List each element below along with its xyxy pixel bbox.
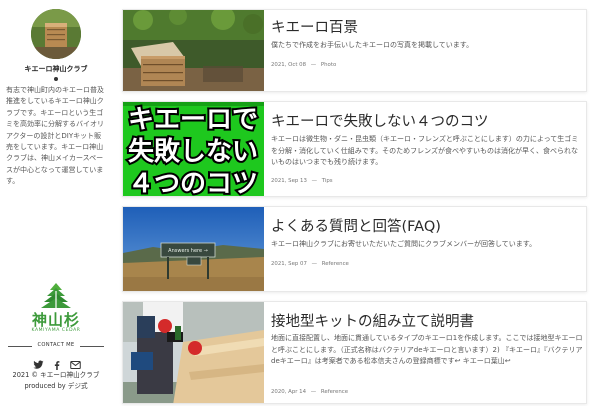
- post-card[interactable]: 接地型キットの組み立て説明書 地面に直接配置し、地面に貫通しているタイプのキエー…: [122, 301, 587, 404]
- post-excerpt: 地面に直接配置し、地面に貫通しているタイプのキエーロ1を作成します。ここでは接地…: [271, 334, 583, 366]
- thumb-text-line: ４つのコツ: [128, 169, 258, 196]
- post-thumbnail[interactable]: キエーロで 失敗しない ４つのコツ: [123, 102, 264, 196]
- post-thumbnail[interactable]: Answers here →: [123, 207, 264, 291]
- facebook-icon[interactable]: [51, 355, 63, 370]
- post-category[interactable]: Reference: [322, 261, 349, 267]
- post-category[interactable]: Tips: [322, 178, 333, 184]
- post-date: 2020, Apr 14: [271, 389, 307, 395]
- sidebar: キエーロ神山クラブ 有志で神山町内のキエーロ普及推進をしているキエーロ神山クラブ…: [0, 0, 112, 406]
- site-description: 有志で神山町内のキエーロ普及推進をしているキエーロ神山クラブです。キエーロという…: [6, 86, 104, 186]
- post-meta: 2021, Sep 13 — Tips: [271, 178, 336, 184]
- logo-subtitle: KAMIYAMA CEDAR: [31, 328, 81, 333]
- divider-line: [80, 346, 104, 347]
- post-meta: 2021, Sep 07 — Reference: [271, 261, 352, 267]
- post-date: 2021, Oct 08: [271, 62, 307, 68]
- meta-separator: —: [310, 389, 317, 395]
- post-excerpt: 僕たちで作成をお手伝いしたキエーロの写真を掲載しています。: [271, 41, 474, 49]
- logo-text: 神山杉: [31, 311, 80, 329]
- contact-heading: CONTACT ME: [8, 341, 104, 351]
- thumb-text-line: キエーロで: [128, 105, 258, 135]
- post-card[interactable]: Answers here → よくある質問と回答(FAQ) キエーロ神山クラブに…: [122, 206, 587, 292]
- social-links: [30, 355, 82, 370]
- meta-separator: —: [311, 178, 317, 184]
- kamiyama-cedar-logo[interactable]: 神山杉 KAMIYAMA CEDAR: [26, 282, 86, 340]
- post-title[interactable]: よくある質問と回答(FAQ): [271, 215, 441, 236]
- bullet-divider: [54, 77, 58, 81]
- site-avatar[interactable]: [31, 9, 81, 59]
- post-title[interactable]: 接地型キットの組み立て説明書: [271, 310, 474, 331]
- post-thumbnail[interactable]: [123, 10, 264, 91]
- meta-separator: —: [310, 62, 317, 68]
- footer-credits: 2021 © キエーロ神山クラブ produced by デジ式: [0, 370, 112, 391]
- copyright-text: 2021 © キエーロ神山クラブ: [12, 371, 100, 379]
- cedar-tree-icon: [41, 283, 71, 308]
- twitter-icon[interactable]: [32, 355, 44, 369]
- post-title[interactable]: キエーロで失敗しない４つのコツ: [271, 110, 489, 131]
- post-meta: 2020, Apr 14 — Reference: [271, 389, 351, 395]
- post-excerpt: キエーロ神山クラブにお寄せいただいたご質問にクラブメンバーが回答しています。: [271, 240, 537, 248]
- post-title[interactable]: キエーロ百景: [271, 16, 358, 37]
- post-card[interactable]: キエーロ百景 僕たちで作成をお手伝いしたキエーロの写真を掲載しています。 202…: [122, 9, 587, 92]
- site-name[interactable]: キエーロ神山クラブ: [0, 64, 112, 74]
- thumb-text-line: 失敗しない: [128, 136, 258, 167]
- contact-label: CONTACT ME: [37, 342, 75, 348]
- post-date: 2021, Sep 13: [271, 178, 307, 184]
- post-date: 2021, Sep 07: [271, 261, 307, 267]
- produced-by-link[interactable]: produced by デジ式: [0, 381, 112, 392]
- faq-sign-text: Answers here →: [168, 248, 208, 254]
- post-excerpt: キエーロは微生物・ダニ・昆虫類（キエーロ・フレンズと呼ぶことにします）の力によっ…: [271, 135, 579, 167]
- post-meta: 2021, Oct 08 — Photo: [271, 62, 339, 68]
- post-category[interactable]: Reference: [321, 389, 348, 395]
- post-category[interactable]: Photo: [321, 62, 336, 68]
- post-thumbnail[interactable]: [123, 302, 264, 403]
- post-card[interactable]: キエーロで 失敗しない ４つのコツ キエーロで失敗しない４つのコツ キエーロは微…: [122, 101, 587, 197]
- mail-icon[interactable]: [69, 355, 81, 369]
- meta-separator: —: [311, 261, 317, 267]
